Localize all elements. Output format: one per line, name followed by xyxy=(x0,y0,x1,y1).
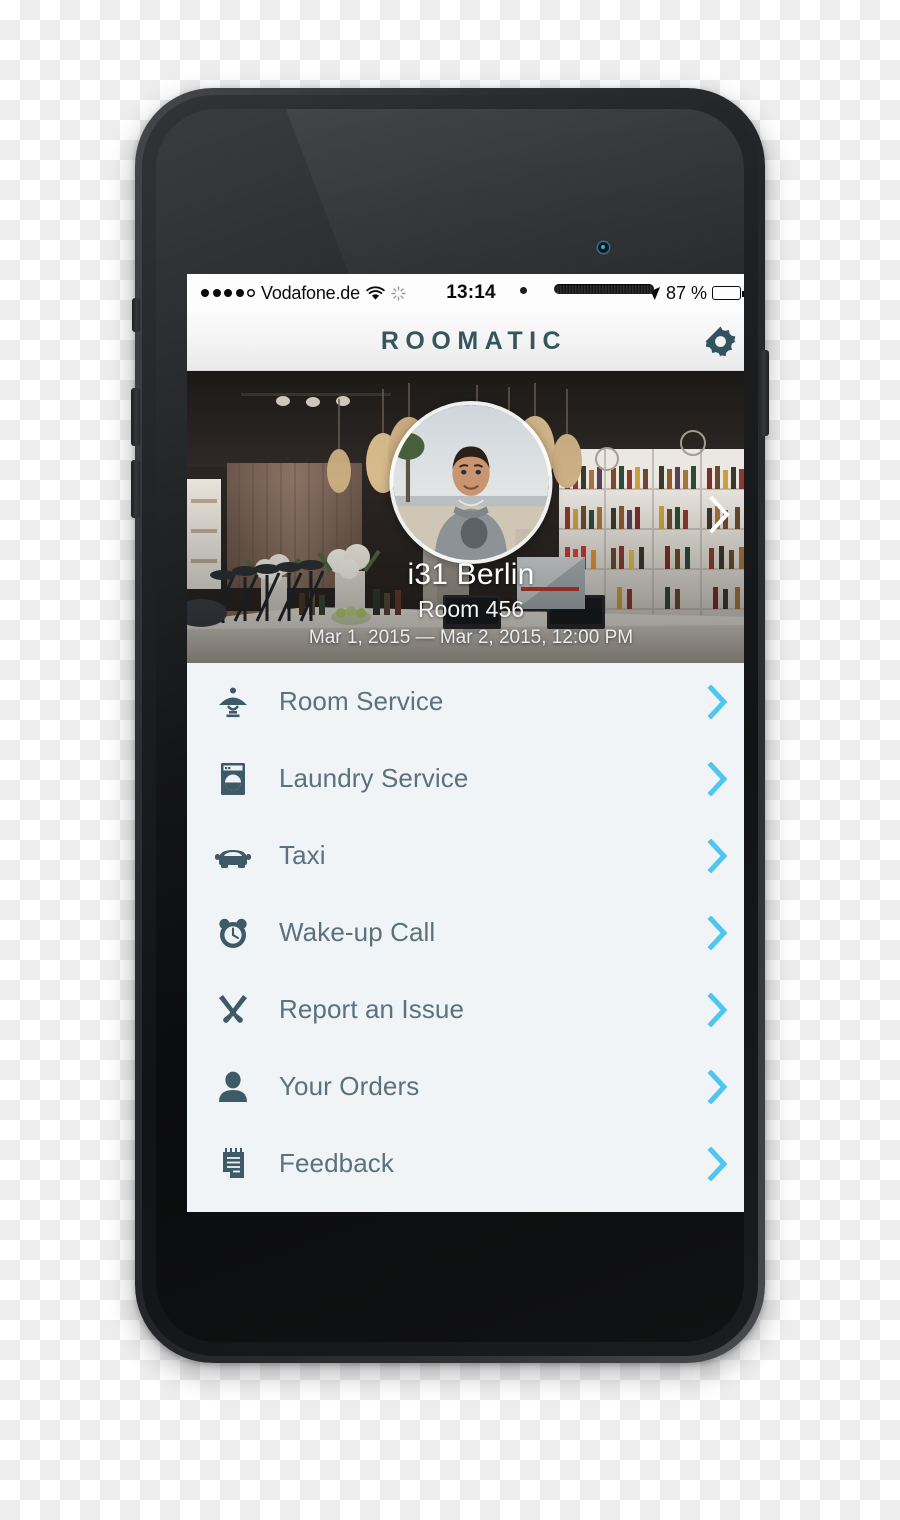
chevron-right-icon[interactable] xyxy=(701,761,735,796)
battery-icon xyxy=(712,286,744,300)
chevron-right-icon[interactable] xyxy=(701,684,735,719)
room-number: Room 456 xyxy=(417,596,525,622)
status-bar: Vodafone.de 13:14 87 % xyxy=(187,274,744,312)
earpiece-speaker xyxy=(554,284,654,294)
alarm-clock-icon xyxy=(209,917,257,949)
nav-bar: ROOMATIC xyxy=(187,312,744,371)
list-item-feedback[interactable]: Feedback xyxy=(187,1125,744,1202)
car-icon xyxy=(209,843,257,869)
settings-button[interactable] xyxy=(703,324,737,358)
stay-info: i31 Berlin Room 456 Mar 1, 2015 — Mar 2,… xyxy=(187,558,744,649)
chevron-right-icon[interactable] xyxy=(701,1069,735,1104)
wifi-icon xyxy=(366,285,385,301)
clock: 13:14 xyxy=(446,282,496,303)
stay-dates: Mar 1, 2015 — Mar 2, 2015, 12:00 PM xyxy=(308,627,634,648)
activity-spinner-icon xyxy=(391,285,406,301)
proximity-sensor xyxy=(520,287,527,294)
list-item-label: Feedback xyxy=(279,1148,394,1178)
signal-strength-dots xyxy=(201,289,255,297)
services-list: Room Service Laundry Service Taxi Wake-u… xyxy=(187,663,744,1202)
volume-down-button[interactable] xyxy=(131,460,140,518)
battery-percent-label: 87 % xyxy=(665,282,708,303)
list-item-label: Laundry Service xyxy=(279,763,469,793)
chevron-right-icon[interactable] xyxy=(701,992,735,1027)
phone-glass: Vodafone.de 13:14 87 % ROOMATIC i31 Berl… xyxy=(156,109,744,1342)
chevron-right-icon[interactable] xyxy=(701,1146,735,1181)
list-item-label: Room Service xyxy=(279,686,444,716)
page-title: ROOMATIC xyxy=(380,326,568,355)
person-icon xyxy=(209,1071,257,1103)
list-item-label: Wake-up Call xyxy=(279,917,436,947)
chevron-right-icon[interactable] xyxy=(701,838,735,873)
list-item-report-an-issue[interactable]: Report an Issue xyxy=(187,971,744,1048)
phone-bezel: Vodafone.de 13:14 87 % ROOMATIC i31 Berl… xyxy=(142,95,758,1356)
mute-switch[interactable] xyxy=(132,298,140,332)
list-item-your-orders[interactable]: Your Orders xyxy=(187,1048,744,1125)
list-item-room-service[interactable]: Room Service xyxy=(187,663,744,740)
chevron-right-icon[interactable] xyxy=(701,915,735,950)
room-service-cloche-icon xyxy=(209,686,257,718)
chevron-right-icon xyxy=(707,495,733,535)
notepad-icon xyxy=(209,1147,257,1181)
list-item-label: Taxi xyxy=(279,840,326,870)
list-item-label: Report an Issue xyxy=(279,994,465,1024)
washing-machine-icon xyxy=(209,762,257,796)
status-bar-left: Vodafone.de xyxy=(201,283,446,304)
stay-header[interactable]: i31 Berlin Room 456 Mar 1, 2015 — Mar 2,… xyxy=(187,371,744,663)
volume-up-button[interactable] xyxy=(131,388,140,446)
avatar[interactable] xyxy=(389,401,553,564)
list-item-laundry-service[interactable]: Laundry Service xyxy=(187,740,744,817)
list-item-label: Your Orders xyxy=(279,1071,420,1101)
hotel-name: i31 Berlin xyxy=(407,558,535,591)
list-item-taxi[interactable]: Taxi xyxy=(187,817,744,894)
phone-device: Vodafone.de 13:14 87 % ROOMATIC i31 Berl… xyxy=(131,88,769,1363)
tools-icon xyxy=(209,994,257,1026)
gear-icon xyxy=(705,325,736,357)
carrier-label: Vodafone.de xyxy=(261,282,360,303)
power-button[interactable] xyxy=(760,350,769,436)
stay-detail-chevron-button[interactable] xyxy=(707,495,733,540)
phone-screen: Vodafone.de 13:14 87 % ROOMATIC i31 Berl… xyxy=(187,274,744,1212)
front-camera xyxy=(598,242,609,253)
list-item-wake-up-call[interactable]: Wake-up Call xyxy=(187,894,744,971)
